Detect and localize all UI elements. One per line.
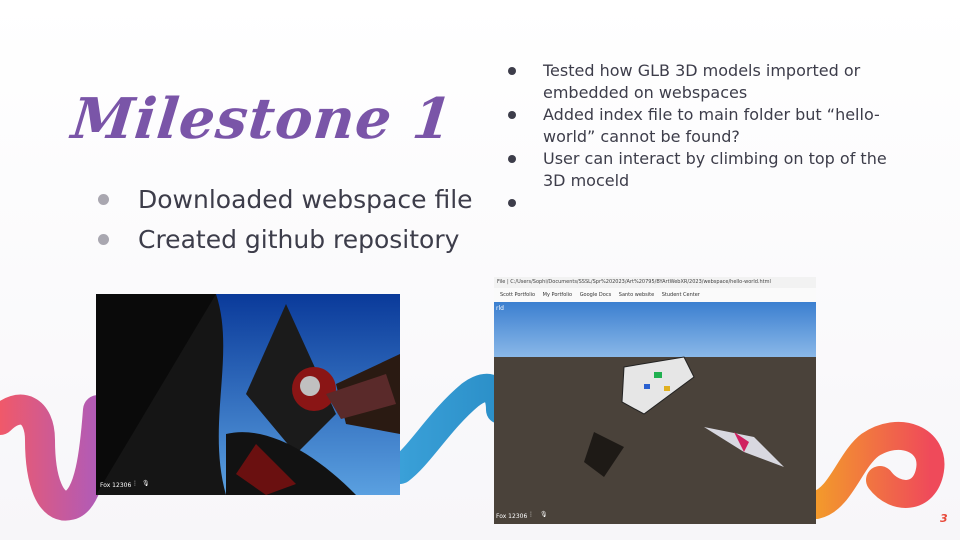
- more-icon: ⋮: [528, 511, 534, 518]
- bullet-text: Tested how GLB 3D models imported or emb…: [543, 61, 861, 102]
- player-label: Fox 12306: [100, 482, 132, 489]
- bookmark-item[interactable]: Santo website: [619, 292, 654, 298]
- bullet-text: Created github repository: [138, 225, 460, 254]
- page-heading: rld: [496, 305, 504, 312]
- bullet-icon: [98, 194, 109, 205]
- list-item: Tested how GLB 3D models imported or emb…: [508, 60, 908, 104]
- slide-title: Milestone 1: [68, 86, 457, 152]
- list-item: Added index file to main folder but “hel…: [508, 104, 908, 148]
- right-bullet-list: Tested how GLB 3D models imported or emb…: [508, 60, 908, 214]
- bullet-icon: [508, 67, 516, 75]
- bookmark-item[interactable]: Scott Portfolio: [500, 292, 535, 298]
- bullet-icon: [508, 199, 516, 207]
- bookmark-item[interactable]: Student Center: [662, 292, 700, 298]
- screenshot-left: Fox 12306 ⋮ 🎙: [96, 294, 400, 495]
- list-item: User can interact by climbing on top of …: [508, 148, 908, 192]
- bullet-text: Added index file to main folder but “hel…: [543, 105, 880, 146]
- bullet-text: User can interact by climbing on top of …: [543, 149, 887, 190]
- player-label: Fox 12306: [496, 513, 528, 520]
- list-item: Downloaded webspace file: [98, 180, 473, 220]
- bullet-icon: [98, 234, 109, 245]
- mic-icon: 🎙: [142, 480, 150, 487]
- page-number: 3: [940, 512, 948, 525]
- mic-icon: 🎙: [540, 511, 548, 518]
- address-bar[interactable]: File | C:/Users/Sophi/Documents/SSSL/Spr…: [494, 277, 816, 288]
- bullet-icon: [508, 155, 516, 163]
- bullet-icon: [508, 111, 516, 119]
- left-bullet-list: Downloaded webspace file Created github …: [98, 180, 473, 260]
- scene-3d-image: [96, 294, 400, 495]
- bullet-text: Downloaded webspace file: [138, 185, 473, 214]
- bookmark-item[interactable]: Google Docs: [580, 292, 611, 298]
- list-item: Created github repository: [98, 220, 473, 260]
- bookmarks-bar: Scott Portfolio My Portfolio Google Docs…: [494, 288, 816, 302]
- list-item: [508, 192, 908, 214]
- more-icon: ⋮: [132, 480, 138, 487]
- bookmark-item[interactable]: My Portfolio: [543, 292, 572, 298]
- screenshot-right: File | C:/Users/Sophi/Documents/SSSL/Spr…: [494, 277, 816, 524]
- scene-3d-image: [494, 302, 816, 524]
